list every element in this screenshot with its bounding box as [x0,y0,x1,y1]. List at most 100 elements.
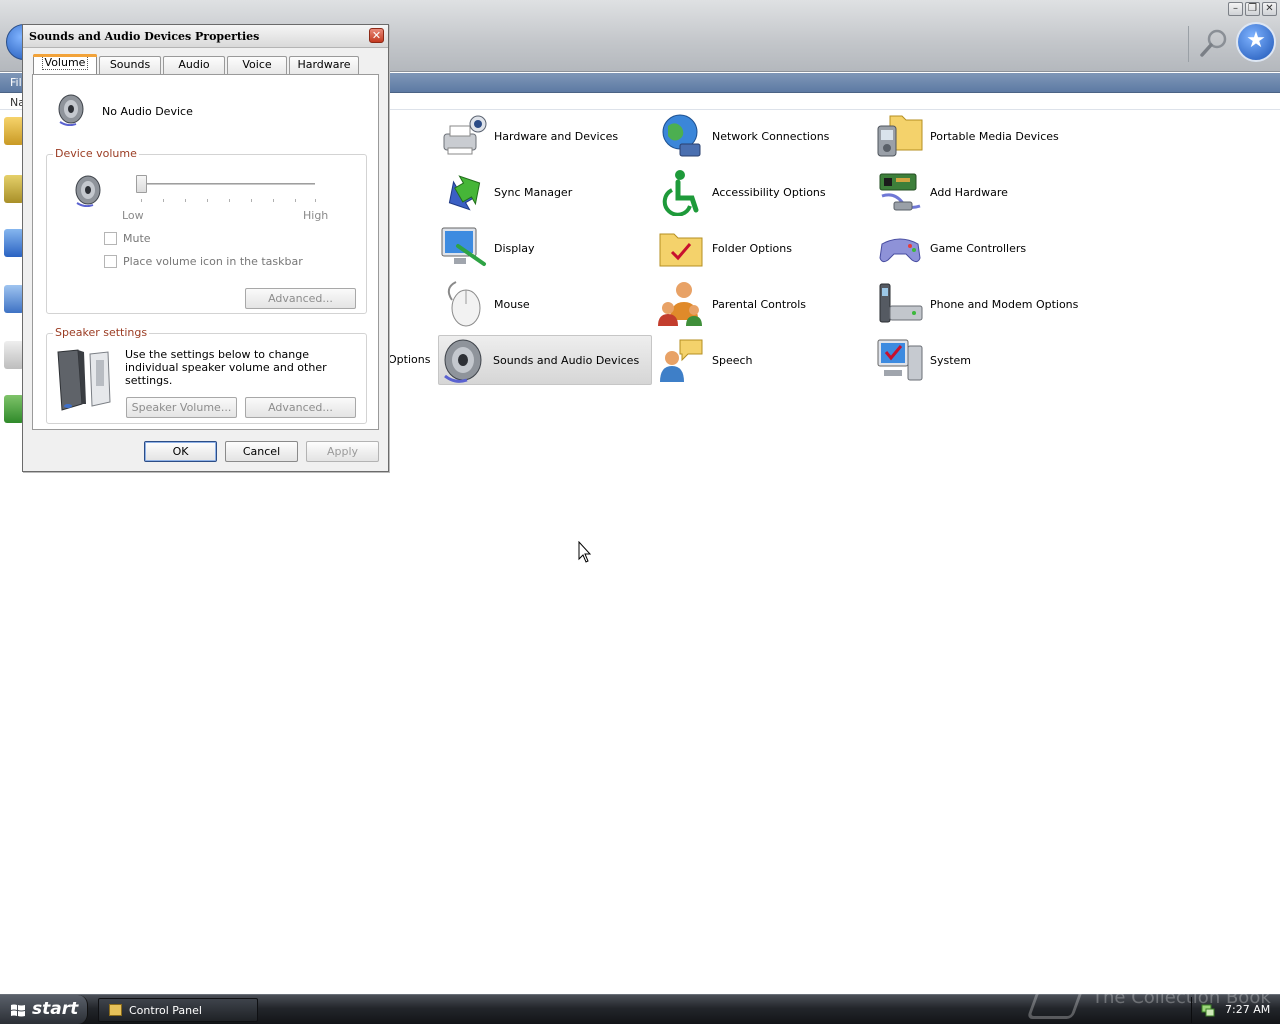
taskbar-icon-label: Place volume icon in the taskbar [123,255,303,268]
cp-item-hardware-and-devices[interactable]: Hardware and Devices [440,111,618,161]
mute-checkbox-row[interactable]: Mute [104,232,151,245]
close-icon: ✕ [371,29,382,42]
volume-slider-track[interactable] [137,183,315,185]
cp-item-label: Game Controllers [930,241,1027,255]
cp-item-folder-options[interactable]: Folder Options [658,223,792,273]
tab-label: Sounds [109,58,151,71]
cp-item-label: Add Hardware [930,185,1008,199]
cp-item-network-connections[interactable]: Network Connections [658,111,829,161]
slider-low-label: Low [122,209,144,222]
slider-tick [229,199,230,202]
hardware-board-icon [879,173,921,211]
cp-item-label: Portable Media Devices [930,129,1059,143]
mute-label: Mute [123,232,151,245]
mute-checkbox[interactable] [104,232,117,245]
control-panel-icon [109,1004,122,1016]
tab-voice[interactable]: Voice [227,56,287,74]
dialog-close-button[interactable]: ✕ [369,28,384,43]
speaker-icon [444,339,482,383]
cp-item-parental-controls[interactable]: Parental Controls [658,279,806,329]
speaker-settings-title: Speaker settings [53,326,150,339]
monitor-brush-icon [441,227,486,266]
cp-item-sounds-and-audio-devices[interactable]: Sounds and Audio Devices [438,335,652,385]
tab-label: Voice [242,58,272,71]
ok-button[interactable]: OK [144,441,217,462]
taskbar-item-control-panel[interactable]: Control Panel [98,998,258,1022]
cp-item-label: Sounds and Audio Devices [493,353,640,367]
mouse-cursor-icon [578,541,592,563]
taskbar-item-label: Control Panel [129,1004,202,1017]
volume-slider-thumb[interactable] [136,175,147,193]
task-pane-icon[interactable] [4,285,24,313]
system-tray: 7:27 AM [1191,997,1280,1023]
task-pane-icon[interactable] [4,341,24,369]
volume-tab-panel: No Audio Device Device volume Low High M… [32,74,379,430]
start-button[interactable]: start [0,995,88,1024]
speaker-volume-button[interactable]: Speaker Volume... [126,397,237,418]
slider-tick [273,199,274,202]
printer-camera-icon [443,115,487,155]
slider-tick [163,199,164,202]
task-pane-icon[interactable] [4,117,24,145]
slider-tick [251,199,252,202]
cp-item-label: Speech [712,353,753,367]
cp-item-speech[interactable]: Speech [658,335,753,385]
slider-tick [315,199,316,202]
cp-item-label: Sync Manager [494,185,573,199]
speaker-settings-group: Speaker settings Use the settings below … [46,326,367,424]
sync-arrows-icon [448,175,481,211]
cancel-button[interactable]: Cancel [225,441,298,462]
minimize-button[interactable]: – [1228,2,1243,16]
cp-item-label: Mouse [494,297,530,311]
device-name: No Audio Device [102,105,193,118]
toolbar-divider [1188,26,1189,62]
speech-bubble-person-icon [660,339,703,382]
cp-item-accessibility-options[interactable]: Accessibility Options [658,167,826,217]
device-volume-title: Device volume [53,147,139,160]
slider-tick [207,199,208,202]
taskbar-icon-checkbox-row[interactable]: Place volume icon in the taskbar [104,255,303,268]
tab-volume[interactable]: Volume [33,54,97,74]
clock[interactable]: 7:27 AM [1225,1003,1270,1016]
network-tray-icon[interactable] [1201,1003,1215,1017]
cp-item-label: Display [494,241,535,255]
search-icon[interactable] [1199,28,1229,58]
cp-item-label: Accessibility Options [712,185,826,199]
apply-button[interactable]: Apply [306,441,379,462]
task-pane-icon[interactable] [4,395,24,423]
cp-item-label: Hardware and Devices [494,129,619,143]
cp-item-phone-and-modem-options[interactable]: Phone and Modem Options [876,279,1078,329]
taskbar-icon-checkbox[interactable] [104,255,117,268]
tab-hardware[interactable]: Hardware [289,56,359,74]
cp-item-display[interactable]: Display [440,223,535,273]
globe-network-icon [662,114,701,157]
tab-audio[interactable]: Audio [163,56,225,74]
tab-sounds[interactable]: Sounds [99,56,161,74]
cp-item-label: Parental Controls [712,297,806,311]
cp-item-add-hardware[interactable]: Add Hardware [876,167,1008,217]
wheelchair-icon [662,170,699,216]
task-pane-icon[interactable] [4,175,24,203]
book-icon [1026,989,1084,1019]
slider-tick [185,199,186,202]
dialog-title-bar[interactable]: Sounds and Audio Devices Properties ✕ [23,25,388,48]
cp-item-sync-manager[interactable]: Sync Manager [440,167,572,217]
tab-label: Hardware [297,58,351,71]
cp-item-label: Network Connections [712,129,830,143]
cp-item-label: System [930,353,972,367]
slider-high-label: High [303,209,329,222]
cp-item-system[interactable]: System [876,335,971,385]
speakers-icon [57,349,111,411]
cp-item-mouse[interactable]: Mouse [440,279,530,329]
gamepad-icon [879,238,921,263]
speaker-advanced-button[interactable]: Advanced... [245,397,356,418]
close-window-button[interactable]: ✕ [1262,2,1277,16]
cp-item-label: Folder Options [712,241,792,255]
volume-advanced-button[interactable]: Advanced... [245,288,356,309]
task-pane-icon[interactable] [4,229,24,257]
cp-item-game-controllers[interactable]: Game Controllers [876,223,1026,273]
favorites-star-icon[interactable]: ★ [1236,22,1276,62]
cp-item-partial-label[interactable]: Options [388,353,430,366]
restore-button[interactable]: ❐ [1245,2,1260,16]
cp-item-portable-media-devices[interactable]: Portable Media Devices [876,111,1059,161]
